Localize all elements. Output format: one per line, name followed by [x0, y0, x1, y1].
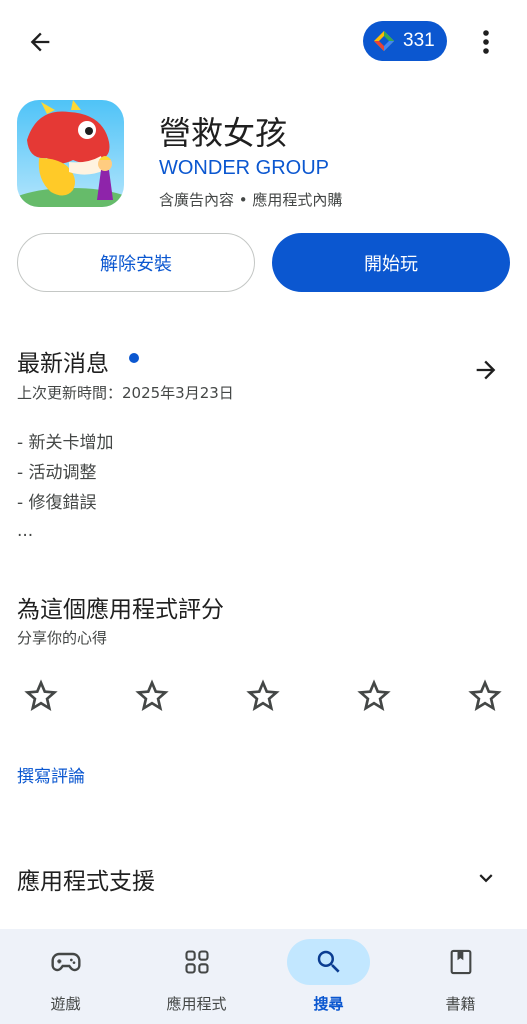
star-outline-icon	[468, 679, 502, 711]
app-title: 營救女孩	[159, 114, 288, 152]
gamepad-icon	[50, 952, 81, 972]
star-outline-icon	[357, 679, 391, 711]
search-icon	[317, 950, 340, 973]
bottom-navigation: 遊戲 應用程式 搜尋 書籍	[0, 929, 527, 1024]
nav-games[interactable]: 遊戲	[0, 929, 131, 1024]
apps-grid-icon	[184, 950, 209, 974]
play-points-diamond-icon	[374, 31, 394, 51]
write-review-link[interactable]: 撰寫評論	[17, 762, 85, 787]
app-support-heading: 應用程式支援	[17, 869, 155, 895]
nav-apps[interactable]: 應用程式	[131, 929, 262, 1024]
chevron-down-icon	[470, 862, 502, 894]
star-4-button[interactable]	[350, 672, 398, 720]
bookmark-icon	[450, 949, 471, 975]
nav-label: 遊戲	[50, 995, 81, 1013]
arrow-right-icon	[476, 360, 496, 380]
top-app-bar: 331	[0, 0, 527, 82]
last-updated-date: 上次更新時間：2025年3月23日	[17, 384, 234, 402]
whats-new-heading: 最新消息	[17, 351, 109, 377]
points-count: 331	[403, 30, 435, 51]
release-note-line: - 活动调整	[17, 463, 97, 483]
release-notes-ellipsis: ...	[17, 521, 34, 541]
arrow-left-icon	[30, 32, 50, 52]
rate-app-heading: 為這個應用程式評分	[17, 597, 224, 623]
release-notes: - 新关卡增加 - 活动调整 - 修復錯誤 ...	[17, 432, 114, 542]
more-options-button[interactable]	[470, 20, 502, 64]
nav-search[interactable]: 搜尋	[263, 929, 394, 1024]
release-note-line: - 新关卡增加	[17, 433, 114, 453]
rate-app-subtitle: 分享你的心得	[17, 629, 108, 647]
play-button[interactable]: 開始玩	[272, 233, 510, 292]
star-rating	[0, 672, 527, 720]
nav-label: 應用程式	[166, 995, 227, 1013]
play-points-badge[interactable]: 331	[363, 21, 447, 61]
star-1-button[interactable]	[17, 672, 65, 720]
star-5-button[interactable]	[461, 672, 509, 720]
app-icon	[17, 100, 124, 207]
uninstall-button[interactable]: 解除安裝	[17, 233, 255, 292]
app-meta-info: 含廣告內容 • 應用程式內購	[159, 191, 343, 209]
nav-books[interactable]: 書籍	[395, 929, 526, 1024]
star-outline-icon	[246, 679, 280, 711]
developer-link[interactable]: WONDER GROUP	[159, 157, 329, 180]
app-support-row[interactable]: 應用程式支援	[0, 840, 527, 910]
release-note-line: - 修復錯誤	[17, 493, 97, 513]
new-indicator-dot	[129, 353, 139, 363]
star-3-button[interactable]	[239, 672, 287, 720]
nav-label: 搜尋	[313, 995, 344, 1013]
nav-label: 書籍	[445, 995, 476, 1013]
back-button[interactable]	[18, 20, 62, 64]
more-vert-icon	[483, 30, 489, 54]
star-outline-icon	[24, 679, 58, 711]
star-outline-icon	[135, 679, 169, 711]
star-2-button[interactable]	[128, 672, 176, 720]
whats-new-arrow-button[interactable]	[466, 350, 506, 390]
